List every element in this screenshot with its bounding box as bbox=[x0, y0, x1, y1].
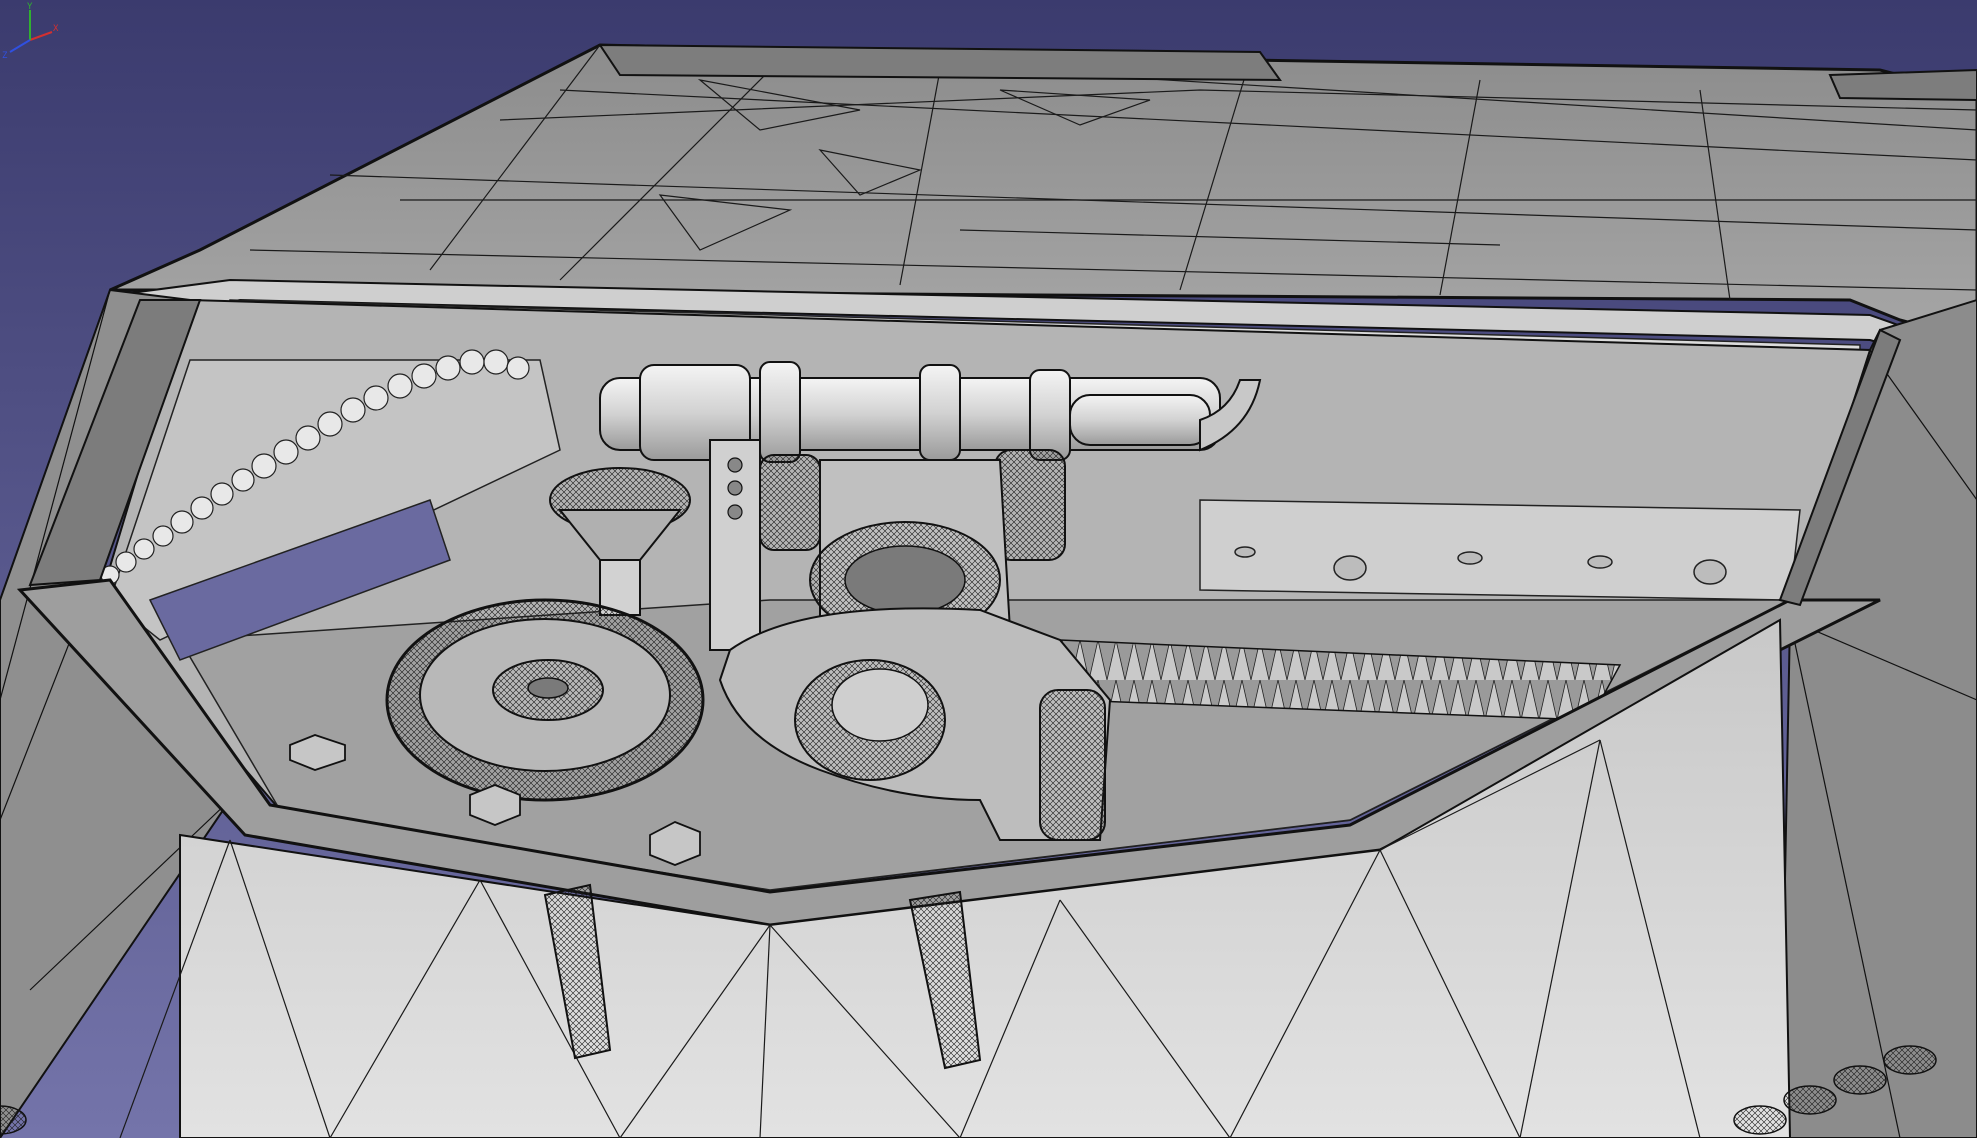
model-render bbox=[0, 0, 1977, 1138]
y-axis-label: Y bbox=[27, 2, 33, 12]
axis-cross-icon[interactable]: X Y Z bbox=[0, 0, 60, 60]
z-axis-line bbox=[9, 39, 31, 53]
x-axis-label: X bbox=[53, 24, 59, 34]
z-axis-label: Z bbox=[2, 51, 8, 60]
bracket-holes bbox=[727, 457, 743, 520]
3d-viewport[interactable]: X Y Z bbox=[0, 0, 1977, 1138]
lid-tab-right bbox=[1828, 68, 1977, 102]
back-rail bbox=[1199, 499, 1801, 601]
arm-side-wheel bbox=[1039, 689, 1106, 841]
tube-assembly bbox=[599, 361, 1262, 463]
lid-tab-left bbox=[598, 43, 1282, 82]
large-ring-gear bbox=[385, 598, 705, 802]
x-axis-line bbox=[29, 31, 53, 41]
